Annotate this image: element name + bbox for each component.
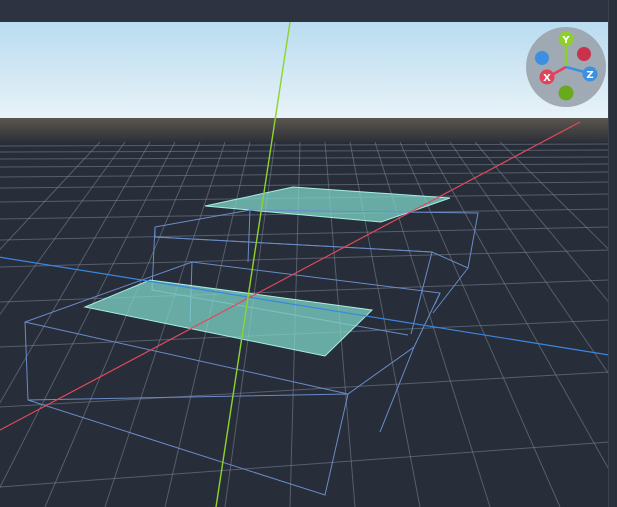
gizmo-neg-y-handle[interactable] <box>558 85 574 101</box>
gizmo-neg-x-handle[interactable] <box>577 47 591 61</box>
gizmo-neg-z-handle[interactable] <box>535 51 549 65</box>
sky <box>0 22 609 118</box>
viewport-scene[interactable] <box>0 22 609 507</box>
gizmo-z-label: Z <box>586 70 593 81</box>
right-panel-edge <box>608 0 617 507</box>
gizmo-y-label: Y <box>561 35 570 46</box>
3d-viewport[interactable] <box>0 22 609 507</box>
gizmo-x-label: X <box>543 73 551 84</box>
orientation-gizmo[interactable]: Y X Z <box>524 27 608 107</box>
editor-window: Y X Z <box>0 0 617 507</box>
horizon <box>0 118 609 142</box>
viewport-top-strip <box>0 0 617 23</box>
